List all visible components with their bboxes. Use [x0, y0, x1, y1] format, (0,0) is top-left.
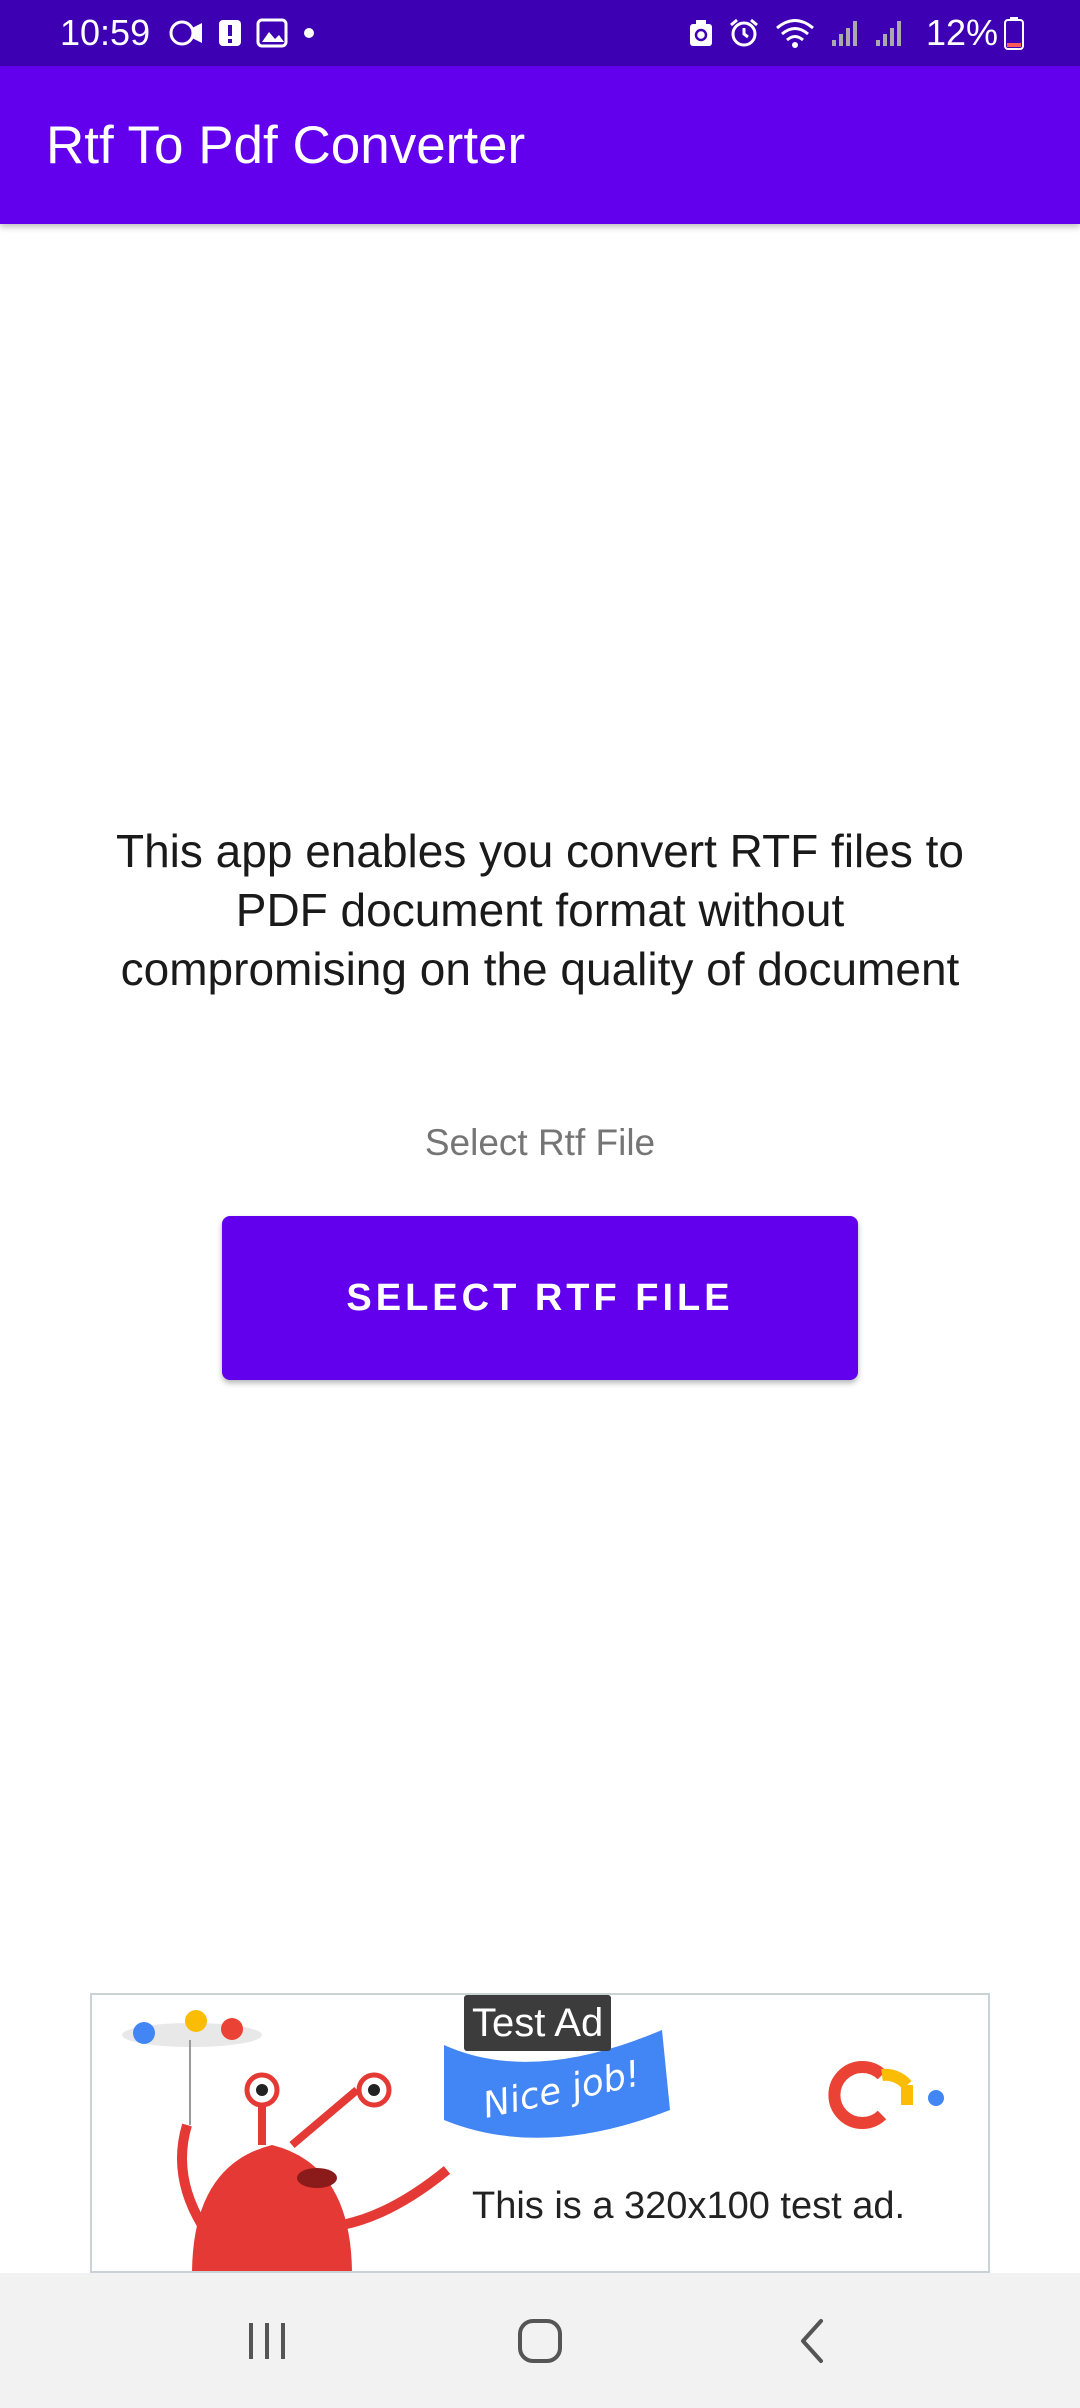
status-right: 12% — [688, 12, 1024, 54]
wifi-icon — [774, 17, 816, 49]
select-file-label: Select Rtf File — [424, 1122, 656, 1163]
alarm-icon — [728, 17, 760, 49]
app-bar: Rtf To Pdf Converter — [0, 66, 1080, 224]
home-icon — [517, 2318, 562, 2363]
app-title: Rtf To Pdf Converter — [46, 115, 526, 175]
signal-icon — [874, 18, 904, 48]
video-call-icon — [168, 18, 204, 48]
back-button[interactable] — [763, 2301, 863, 2381]
status-bar: 10:59 12% — [0, 0, 1080, 66]
recents-button[interactable] — [217, 2301, 317, 2381]
app-description: This app enables you convert RTF files t… — [115, 825, 964, 995]
status-time: 10:59 — [60, 12, 151, 53]
signal-icon — [830, 18, 860, 48]
recents-icon — [248, 2322, 285, 2359]
image-icon — [256, 18, 288, 48]
alert-icon — [218, 18, 242, 48]
recycle-icon — [688, 18, 714, 48]
home-button[interactable] — [490, 2301, 590, 2381]
back-icon — [801, 2318, 824, 2363]
ad-banner[interactable]: Nice job! Test Ad This is a 320x100 test… — [90, 1993, 990, 2273]
select-rtf-file-button[interactable]: SELECT RTF FILE — [222, 1216, 858, 1380]
test-ad-label: Test Ad — [464, 1995, 612, 2051]
battery-icon — [1004, 16, 1024, 50]
status-left: 10:59 — [60, 12, 330, 54]
battery-percent: 12% — [925, 12, 998, 53]
ad-text: This is a 320x100 test ad. — [472, 2185, 906, 2227]
dot-icon — [302, 26, 316, 40]
navigation-bar — [0, 2273, 1080, 2408]
